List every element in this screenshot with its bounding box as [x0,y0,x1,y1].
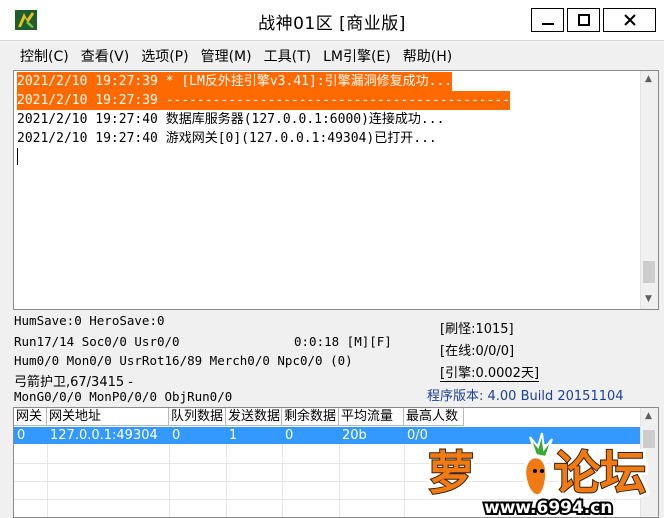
minimize-icon [541,23,554,25]
menu-view[interactable]: 查看(V) [75,44,136,68]
col-header-avg-traffic[interactable]: 平均流量 [339,408,404,426]
text-caret [17,148,18,165]
grid-line [404,444,405,517]
log-line: 2021/2/10 19:27:39 * [LM反外挂引擎v3.41]:引擎漏洞… [17,72,453,91]
table-cell: 0 [285,428,294,443]
col-header-remaining[interactable]: 剩余数据 [282,408,339,426]
menu-lm-engine[interactable]: LM引擎(E) [317,44,397,68]
col-header-queue[interactable]: 队列数据 [169,408,226,426]
status-engine: [引擎:0.0002天] [440,362,540,382]
minimize-button[interactable] [531,8,564,32]
log-panel[interactable]: 2021/2/10 19:27:39 * [LM反外挂引擎v3.41]:引擎漏洞… [13,70,659,310]
table-cell: 1 [229,428,238,443]
maximize-icon [577,14,590,26]
status-refresh-monsters: [刷怪:1015] [440,322,514,337]
scroll-down-arrow-icon[interactable]: ▼ [645,294,652,304]
grid-line [226,444,227,517]
close-icon [623,14,636,26]
grid-line [339,444,340,517]
menu-options[interactable]: 选项(P) [135,44,194,68]
grid-line [169,444,170,517]
menu-control[interactable]: 控制(C) [14,44,75,68]
svg-text:论坛: 论坛 [554,446,646,500]
maximize-button[interactable] [567,8,600,32]
close-button[interactable] [603,8,656,32]
log-line: 2021/2/10 19:27:39 ---------------------… [17,91,511,110]
status-counts: Hum0/0 Mon0/0 UsrRot16/89 Merch0/0 Npc0/… [14,353,353,368]
menu-manage[interactable]: 管理(M) [195,44,258,68]
menu-bar: 控制(C) 查看(V) 选项(P) 管理(M) 工具(T) LM引擎(E) 帮助(H) [14,44,458,68]
program-version: 程序版本: 4.00 Build 20151104 [427,389,624,404]
col-header-address[interactable]: 网关地址 [47,408,169,426]
svg-text:萝: 萝 [428,446,474,500]
log-line: 2021/2/10 19:27:40 游戏网关[0](127.0.0.1:493… [17,131,437,146]
status-save: HumSave:0 HeroSave:0 [14,313,165,328]
col-header-sent[interactable]: 发送数据 [226,408,282,426]
status-online: [在线:0/0/0] [440,344,515,359]
scroll-up-arrow-icon[interactable]: ▲ [645,74,652,84]
grid-line [282,444,283,517]
table-cell: 127.0.0.1:49304 [50,428,158,443]
carrot-mascot-icon [523,432,553,498]
col-header-gateway[interactable]: 网关 [14,408,47,426]
status-uptime: 0:0:18 [M][F] [294,334,392,349]
menu-help[interactable]: 帮助(H) [397,44,458,68]
menu-tools[interactable]: 工具(T) [258,44,317,68]
status-guard: 弓箭护卫,67/3415 - [14,375,133,390]
watermark-logo: 萝 萝 论坛 论坛 www.6994.cn [424,432,650,518]
table-cell: 20b [342,428,367,443]
window-title: 战神01区 [商业版] [258,14,406,34]
status-run: Run17/14 Soc0/0 Usr0/0 [14,334,180,349]
grid-line [47,444,48,517]
table-cell: 0 [172,428,181,443]
table-cell: 0 [17,428,26,443]
svg-text:www.6994.cn: www.6994.cn [484,498,612,518]
status-mon: MonG0/0/0 MonP0/0/0 ObjRun0/0 [14,389,233,404]
scroll-thumb[interactable] [643,261,655,283]
log-line: 2021/2/10 19:27:40 数据库服务器(127.0.0.1:6000… [17,112,445,127]
title-bar[interactable]: 战神01区 [商业版] [0,0,664,41]
log-scrollbar[interactable]: ▲ ▼ [640,71,658,309]
